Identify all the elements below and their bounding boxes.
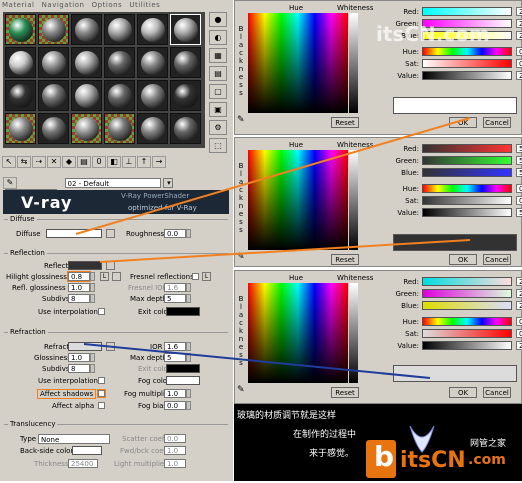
annotation-line-refract [83,343,431,379]
annotation-line-reflect [99,239,471,263]
annotation-lines [75,117,471,379]
annotation-line-diffuse [75,117,471,235]
